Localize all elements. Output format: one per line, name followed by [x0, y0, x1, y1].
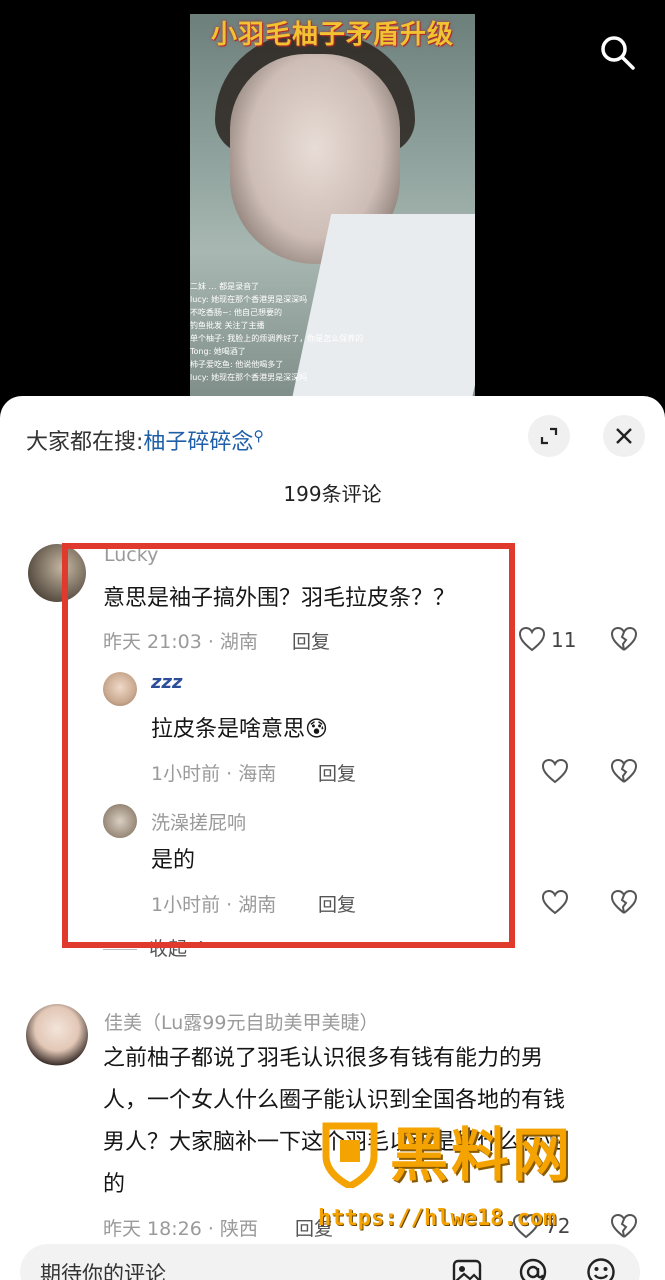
comment-username[interactable]: Lucky [104, 544, 158, 566]
live-comment: Tong: 她喝酒了 [190, 347, 246, 356]
collapse-replies-button[interactable]: 收起 ⌃ [103, 934, 209, 961]
comment-input[interactable]: 期待你的评论 [20, 1244, 640, 1280]
reply-text-content: 拉皮条是啥意思 [151, 717, 306, 742]
search-icon[interactable] [598, 33, 636, 71]
comment-text: 意思是袖子搞外围？羽毛拉皮条？？ [103, 586, 456, 611]
comment-input-placeholder: 期待你的评论 [40, 1262, 166, 1280]
image-icon[interactable] [452, 1257, 482, 1280]
search-prefix: 大家都在搜: [26, 430, 144, 455]
reply-meta: 1小时前 · 海南 [151, 763, 277, 785]
avatar[interactable] [103, 672, 137, 706]
live-comment: 钓鱼批发 关注了主播 [190, 321, 265, 330]
broken-heart-icon[interactable] [610, 758, 638, 784]
heart-icon[interactable] [518, 626, 546, 652]
live-comment: lucy: 她现在那个香港男是深深吗 [190, 373, 308, 382]
video-area[interactable]: 小羽毛柚子矛盾升级 二妹 … 都是录音了 lucy: 她现在那个香港男是深深吗 … [0, 0, 665, 410]
comment-text-line: 之前柚子都说了羽毛认识很多有钱有能力的男 [103, 1046, 544, 1071]
close-button[interactable] [603, 415, 645, 457]
small-search-icon: ⚲ [253, 428, 264, 445]
collapse-divider [103, 949, 137, 950]
live-comment: 不吃香肠~: 他自己想要的 [190, 308, 282, 317]
reply-username[interactable]: zzz [151, 672, 182, 693]
watermark: 黑料网 https://hlwe18.com [318, 1108, 638, 1258]
comments-sheet: 大家都在搜:柚子碎碎念⚲ 199条评论 Lucky 意思是袖子搞外围？羽毛拉皮条… [0, 396, 665, 1280]
reply-meta: 1小时前 · 湖南 [151, 894, 277, 916]
reply-button[interactable]: 回复 [318, 890, 356, 917]
live-comment: 单个柚子: 我脸上的烦调养好了，你是怎么保养的 [190, 334, 364, 343]
live-comment: lucy: 她现在那个香港男是深深吗 [190, 295, 308, 304]
search-suggestion[interactable]: 大家都在搜:柚子碎碎念⚲ [26, 424, 264, 456]
search-keyword[interactable]: 柚子碎碎念 [143, 430, 253, 455]
at-icon[interactable] [518, 1257, 548, 1280]
comment-meta: 昨天 21:03 · 湖南 [103, 631, 258, 653]
live-comments: 二妹 … 都是录音了 lucy: 她现在那个香港男是深深吗 不吃香肠~: 他自己… [190, 280, 390, 384]
comment-username[interactable]: 佳美（Lu露99元自助美甲美睫） [104, 1008, 378, 1035]
heart-icon[interactable] [541, 758, 569, 784]
watermark-logo-text: 黑料网 [390, 1121, 574, 1189]
watermark-url: https://hlwe18.com [318, 1206, 557, 1231]
live-comment: 柿子爱吃鱼: 他说他喝多了 [190, 360, 284, 369]
avatar[interactable] [26, 1004, 88, 1066]
comment-meta: 昨天 18:26 · 陕西 [103, 1218, 258, 1240]
live-comment: 二妹 … 都是录音了 [190, 282, 260, 291]
heart-icon[interactable] [541, 889, 569, 915]
close-icon [616, 428, 632, 444]
reply-username-text: zzz [151, 672, 183, 693]
avatar[interactable] [103, 804, 137, 838]
reply-text: 拉皮条是啥意思😰 [151, 713, 328, 747]
collapse-label: 收起 [149, 938, 188, 960]
reply-button[interactable]: 回复 [292, 627, 330, 654]
emoji-icon[interactable] [586, 1257, 616, 1280]
crying-emoji-icon: 😰 [305, 717, 328, 742]
broken-heart-icon[interactable] [610, 889, 638, 915]
chevron-up-icon: ⌃ [187, 938, 209, 960]
avatar[interactable] [28, 544, 86, 602]
expand-icon [540, 427, 558, 445]
expand-button[interactable] [528, 415, 570, 457]
broken-heart-icon[interactable] [610, 626, 638, 652]
reply-text: 是的 [151, 848, 196, 873]
watermark-logo-icon [322, 1122, 378, 1188]
video-title-overlay: 小羽毛柚子矛盾升级 [210, 20, 454, 50]
like-count: 11 [551, 628, 577, 652]
comment-text-line: 的 [103, 1172, 126, 1197]
comment-count: 199条评论 [283, 482, 382, 506]
reply-button[interactable]: 回复 [318, 759, 356, 786]
reply-username[interactable]: 洗澡搓屁响 [151, 808, 246, 835]
